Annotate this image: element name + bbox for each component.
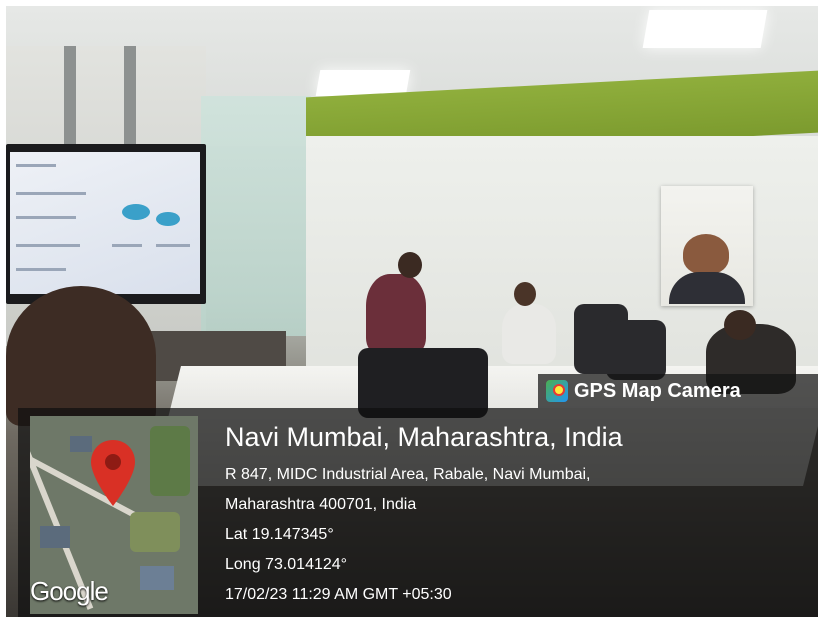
slide-line bbox=[16, 164, 56, 167]
slide-line bbox=[16, 216, 76, 219]
map-thumbnail: Google bbox=[30, 416, 198, 614]
person-head bbox=[514, 282, 536, 306]
slide-line bbox=[16, 192, 86, 195]
slide-line bbox=[16, 244, 80, 247]
map-greenery bbox=[150, 426, 190, 496]
wall-tv bbox=[6, 144, 206, 304]
slide-line bbox=[16, 268, 66, 271]
app-label: GPS Map Camera bbox=[574, 379, 741, 402]
poster-suit bbox=[669, 272, 745, 304]
address-line-1: R 847, MIDC Industrial Area, Rabale, Nav… bbox=[225, 466, 591, 483]
latitude-readout: Lat 19.147345° bbox=[225, 526, 334, 543]
location-info-panel: Google Navi Mumbai, Maharashtra, India R… bbox=[18, 408, 818, 617]
office-chair bbox=[606, 320, 666, 380]
ceiling-light bbox=[642, 10, 768, 48]
slide-graphic bbox=[122, 204, 150, 220]
person-head bbox=[398, 252, 422, 278]
map-greenery bbox=[130, 512, 180, 552]
map-attribution: Google bbox=[30, 576, 109, 606]
tv-screen bbox=[10, 152, 200, 294]
conference-room-photo: GPS Map Camera Google Navi Mumbai, Mahar… bbox=[6, 6, 818, 617]
slide-line bbox=[112, 244, 142, 247]
location-pin-icon bbox=[91, 440, 135, 506]
datetime-readout: 17/02/23 11:29 AM GMT +05:30 bbox=[225, 586, 452, 603]
glass-wall bbox=[201, 96, 311, 336]
slide-graphic bbox=[156, 212, 180, 226]
poster-portrait bbox=[683, 234, 729, 274]
place-title: Navi Mumbai, Maharashtra, India bbox=[225, 422, 623, 452]
address-line-2: Maharashtra 400701, India bbox=[225, 496, 417, 513]
map-building bbox=[40, 526, 70, 548]
photo-frame: GPS Map Camera Google Navi Mumbai, Mahar… bbox=[0, 0, 824, 623]
wall-poster bbox=[661, 186, 753, 306]
slide-line bbox=[156, 244, 190, 247]
foreground-person bbox=[6, 286, 156, 426]
seated-person bbox=[502, 304, 556, 364]
longitude-readout: Long 73.014124° bbox=[225, 556, 348, 573]
map-building bbox=[140, 566, 174, 590]
gps-app-tag: GPS Map Camera bbox=[538, 374, 818, 408]
map-camera-icon bbox=[546, 380, 568, 402]
standing-person bbox=[366, 274, 426, 354]
person-head bbox=[724, 310, 756, 340]
